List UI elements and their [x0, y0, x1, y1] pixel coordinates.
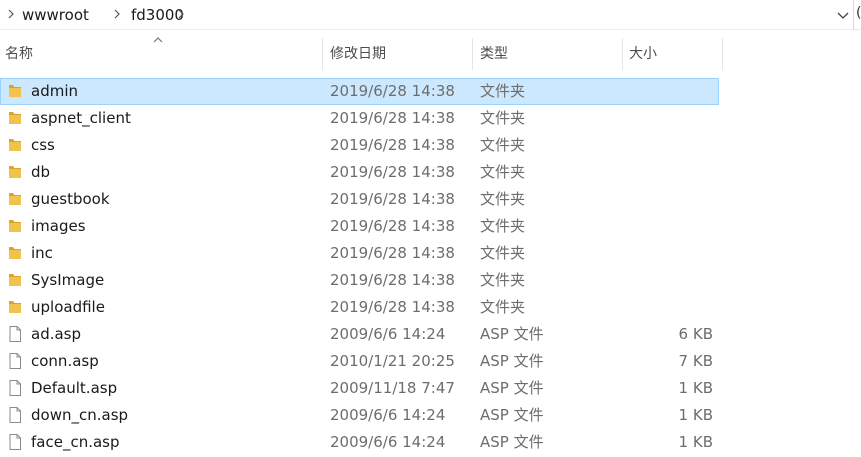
file-date-modified: 2019/6/28 14:38: [330, 217, 455, 235]
file-row[interactable]: aspnet_client 2019/6/28 14:38 文件夹: [0, 105, 719, 132]
folder-icon: [7, 109, 23, 127]
column-header-date[interactable]: 修改日期: [323, 34, 472, 72]
file-name: guestbook: [31, 190, 110, 208]
file-name: face_cn.asp: [31, 433, 120, 451]
file-icon: [7, 325, 23, 343]
file-date-modified: 2019/6/28 14:38: [330, 244, 455, 262]
column-header-size-label: 大小: [629, 46, 657, 62]
file-type: ASP 文件: [480, 433, 544, 451]
file-type: 文件夹: [480, 217, 526, 235]
file-size: 1 KB: [678, 406, 713, 424]
folder-icon: [7, 163, 23, 181]
file-type: 文件夹: [480, 109, 526, 127]
file-icon: [7, 433, 23, 451]
refresh-button[interactable]: (: [853, 0, 861, 30]
folder-icon: [7, 217, 23, 235]
chevron-right-icon[interactable]: [6, 8, 16, 20]
file-size: 1 KB: [678, 433, 713, 451]
file-type: 文件夹: [480, 136, 526, 154]
refresh-icon: (: [856, 5, 861, 21]
file-type: ASP 文件: [480, 325, 544, 343]
chevron-right-icon[interactable]: [112, 8, 122, 20]
column-divider[interactable]: [722, 38, 723, 70]
file-row[interactable]: face_cn.asp 2009/6/6 14:24 ASP 文件 1 KB: [0, 429, 719, 456]
file-type: ASP 文件: [480, 379, 544, 397]
file-name: db: [31, 163, 51, 181]
chevron-right-icon[interactable]: [176, 8, 186, 20]
file-date-modified: 2009/6/6 14:24: [330, 433, 446, 451]
breadcrumb-wwwroot[interactable]: wwwroot: [22, 5, 89, 25]
file-date-modified: 2019/6/28 14:38: [330, 163, 455, 181]
file-date-modified: 2019/6/28 14:38: [330, 136, 455, 154]
file-row[interactable]: SysImage 2019/6/28 14:38 文件夹: [0, 267, 719, 294]
folder-icon: [7, 298, 23, 316]
column-header-name-label: 名称: [5, 46, 33, 62]
file-size: 7 KB: [678, 352, 713, 370]
file-row[interactable]: admin 2019/6/28 14:38 文件夹: [0, 78, 719, 105]
file-row[interactable]: guestbook 2019/6/28 14:38 文件夹: [0, 186, 719, 213]
file-name: admin: [31, 82, 78, 100]
file-type: 文件夹: [480, 82, 526, 100]
file-icon: [7, 406, 23, 424]
column-header-type-label: 类型: [480, 46, 508, 62]
file-type: ASP 文件: [480, 406, 544, 424]
column-header: 名称 修改日期 类型 大小: [0, 34, 861, 72]
file-name: SysImage: [31, 271, 105, 289]
file-row[interactable]: uploadfile 2019/6/28 14:38 文件夹: [0, 294, 719, 321]
folder-icon: [7, 271, 23, 289]
file-name: ad.asp: [31, 325, 82, 343]
file-date-modified: 2009/6/6 14:24: [330, 325, 446, 343]
file-row[interactable]: ad.asp 2009/6/6 14:24 ASP 文件 6 KB: [0, 321, 719, 348]
file-date-modified: 2019/6/28 14:38: [330, 109, 455, 127]
chevron-down-icon[interactable]: [836, 9, 850, 21]
address-bar[interactable]: wwwroot fd3000 (: [0, 0, 861, 30]
file-name: Default.asp: [31, 379, 118, 397]
file-type: 文件夹: [480, 298, 526, 316]
file-date-modified: 2019/6/28 14:38: [330, 82, 455, 100]
file-name: aspnet_client: [31, 109, 131, 127]
file-date-modified: 2019/6/28 14:38: [330, 271, 455, 289]
folder-icon: [7, 82, 23, 100]
file-row[interactable]: down_cn.asp 2009/6/6 14:24 ASP 文件 1 KB: [0, 402, 719, 429]
folder-icon: [7, 190, 23, 208]
file-row[interactable]: inc 2019/6/28 14:38 文件夹: [0, 240, 719, 267]
file-date-modified: 2019/6/28 14:38: [330, 190, 455, 208]
column-header-date-label: 修改日期: [330, 46, 386, 62]
file-name: images: [31, 217, 86, 235]
file-date-modified: 2009/11/18 7:47: [330, 379, 455, 397]
column-header-type[interactable]: 类型: [473, 34, 622, 72]
file-row[interactable]: Default.asp 2009/11/18 7:47 ASP 文件 1 KB: [0, 375, 719, 402]
file-name: inc: [31, 244, 53, 262]
folder-icon: [7, 244, 23, 262]
file-type: 文件夹: [480, 271, 526, 289]
folder-icon: [7, 136, 23, 154]
file-type: 文件夹: [480, 163, 526, 181]
file-name: css: [31, 136, 55, 154]
file-row[interactable]: images 2019/6/28 14:38 文件夹: [0, 213, 719, 240]
file-size: 1 KB: [678, 379, 713, 397]
file-date-modified: 2010/1/21 20:25: [330, 352, 455, 370]
file-type: 文件夹: [480, 244, 526, 262]
file-type: 文件夹: [480, 190, 526, 208]
file-name: down_cn.asp: [31, 406, 129, 424]
file-icon: [7, 352, 23, 370]
file-name: conn.asp: [31, 352, 99, 370]
file-name: uploadfile: [31, 298, 105, 316]
file-type: ASP 文件: [480, 352, 544, 370]
file-row[interactable]: css 2019/6/28 14:38 文件夹: [0, 132, 719, 159]
file-date-modified: 2019/6/28 14:38: [330, 298, 455, 316]
file-row[interactable]: db 2019/6/28 14:38 文件夹: [0, 159, 719, 186]
column-header-size[interactable]: 大小: [623, 34, 722, 72]
file-list: admin 2019/6/28 14:38 文件夹 aspnet_client 2019…: [0, 78, 861, 456]
column-header-name[interactable]: 名称: [0, 34, 322, 72]
file-icon: [7, 379, 23, 397]
file-size: 6 KB: [678, 325, 713, 343]
file-date-modified: 2009/6/6 14:24: [330, 406, 446, 424]
file-row[interactable]: conn.asp 2010/1/21 20:25 ASP 文件 7 KB: [0, 348, 719, 375]
